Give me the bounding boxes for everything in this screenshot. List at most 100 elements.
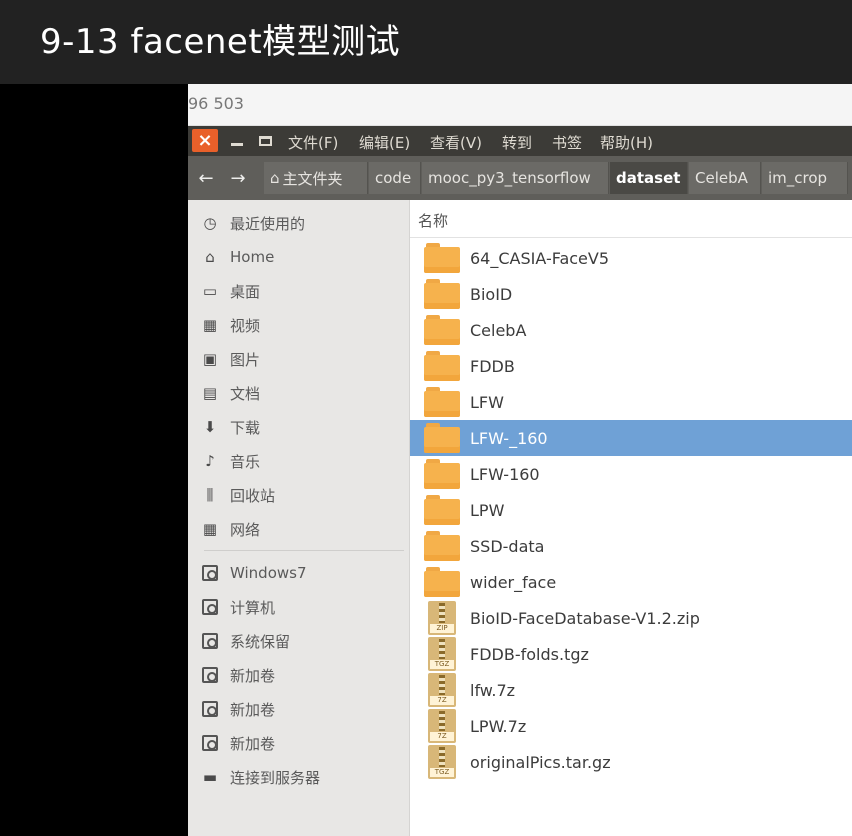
sidebar-item-system-reserved[interactable]: 系统保留 bbox=[200, 627, 290, 655]
sidebar-item-label: 下载 bbox=[230, 418, 261, 437]
sidebar-item-videos[interactable]: ▦ 视频 bbox=[200, 311, 260, 339]
drive-icon bbox=[200, 631, 220, 651]
crumb-home[interactable]: ⌂ 主文件夹 bbox=[264, 162, 368, 194]
file-row[interactable]: SSD-data bbox=[410, 528, 852, 564]
drive-icon bbox=[200, 563, 220, 583]
sidebar-item-home[interactable]: ⌂ Home bbox=[200, 243, 274, 271]
sidebar-item-new-volume-1[interactable]: 新加卷 bbox=[200, 661, 275, 689]
maximize-icon bbox=[258, 135, 272, 146]
sidebar-item-documents[interactable]: ▤ 文档 bbox=[200, 379, 260, 407]
folder-icon bbox=[424, 243, 460, 273]
file-name: FDDB-folds.tgz bbox=[470, 644, 589, 664]
maximize-button[interactable] bbox=[252, 129, 278, 152]
back-button[interactable]: ← bbox=[192, 164, 220, 192]
folder-icon bbox=[424, 495, 460, 525]
file-name: 64_CASIA-FaceV5 bbox=[470, 248, 610, 268]
menu-view[interactable]: 查看(V) bbox=[430, 132, 482, 153]
column-header-label: 名称 bbox=[418, 212, 449, 230]
file-list: 名称 64_CASIA-FaceV5 BioID CelebA FDDB LFW… bbox=[410, 200, 852, 836]
crumb-code[interactable]: code bbox=[369, 162, 421, 194]
file-name: BioID-FaceDatabase-V1.2.zip bbox=[470, 608, 700, 628]
file-name: LFW bbox=[470, 392, 504, 412]
sidebar-item-trash[interactable]: ⫼ 回收站 bbox=[200, 481, 275, 509]
menu-bookmarks[interactable]: 书签 bbox=[552, 132, 582, 153]
file-row[interactable]: ZIP BioID-FaceDatabase-V1.2.zip bbox=[410, 600, 852, 636]
file-row[interactable]: 7Z lfw.7z bbox=[410, 672, 852, 708]
archive-icon: TGZ bbox=[428, 745, 456, 779]
video-title-bar: 9-13 facenet模型测试 bbox=[0, 0, 852, 84]
sidebar-divider bbox=[204, 550, 404, 551]
sidebar-item-network[interactable]: ▦ 网络 bbox=[200, 515, 260, 543]
network-icon: ▦ bbox=[202, 520, 218, 538]
column-header-name[interactable]: 名称 bbox=[410, 200, 852, 238]
arrow-left-icon: ← bbox=[198, 167, 214, 189]
file-row[interactable]: TGZ FDDB-folds.tgz bbox=[410, 636, 852, 672]
download-icon: ⬇ bbox=[203, 418, 217, 436]
file-row-selected[interactable]: LFW-_160 bbox=[410, 420, 852, 456]
file-row[interactable]: LFW bbox=[410, 384, 852, 420]
file-row[interactable]: 7Z LPW.7z bbox=[410, 708, 852, 744]
crumb-celeba[interactable]: CelebA bbox=[689, 162, 761, 194]
file-row[interactable]: 64_CASIA-FaceV5 bbox=[410, 240, 852, 276]
sidebar-item-music[interactable]: ♪ 音乐 bbox=[200, 447, 260, 475]
sidebar-item-computer[interactable]: 计算机 bbox=[200, 593, 275, 621]
sidebar-item-connect-server[interactable]: ▬ 连接到服务器 bbox=[200, 763, 320, 791]
menu-go[interactable]: 转到 bbox=[502, 132, 532, 153]
sidebar-item-label: 连接到服务器 bbox=[230, 768, 321, 787]
archive-icon: 7Z bbox=[428, 709, 456, 743]
folder-icon bbox=[424, 351, 460, 381]
music-icon: ♪ bbox=[205, 452, 215, 470]
file-name: SSD-data bbox=[470, 536, 545, 556]
forward-button[interactable]: → bbox=[224, 164, 252, 192]
pictures-icon: ▣ bbox=[202, 350, 218, 368]
close-button[interactable]: × bbox=[192, 129, 218, 152]
minimize-button[interactable] bbox=[224, 129, 250, 152]
sidebar-item-label: Home bbox=[230, 248, 275, 266]
close-icon: × bbox=[197, 130, 213, 151]
desktop-icon: ▭ bbox=[202, 282, 218, 300]
menu-file[interactable]: 文件(F) bbox=[288, 132, 338, 153]
file-row[interactable]: LFW-160 bbox=[410, 456, 852, 492]
sidebar-item-downloads[interactable]: ⬇ 下载 bbox=[200, 413, 260, 441]
trash-icon: ⫼ bbox=[206, 486, 214, 504]
sidebar-item-pictures[interactable]: ▣ 图片 bbox=[200, 345, 260, 373]
sidebar-item-new-volume-3[interactable]: 新加卷 bbox=[200, 729, 275, 757]
film-icon: ▦ bbox=[202, 316, 218, 334]
sidebar-item-windows7[interactable]: Windows7 bbox=[200, 559, 307, 587]
file-name: LFW-160 bbox=[470, 464, 540, 484]
sidebar-item-desktop[interactable]: ▭ 桌面 bbox=[200, 277, 260, 305]
crumb-mooc[interactable]: mooc_py3_tensorflow bbox=[422, 162, 609, 194]
file-row[interactable]: BioID bbox=[410, 276, 852, 312]
file-row[interactable]: FDDB bbox=[410, 348, 852, 384]
sidebar-item-label: 图片 bbox=[230, 350, 261, 369]
file-row[interactable]: wider_face bbox=[410, 564, 852, 600]
folder-icon bbox=[424, 531, 460, 561]
home-icon: ⌂ bbox=[270, 169, 280, 187]
file-row[interactable]: CelebA bbox=[410, 312, 852, 348]
menu-help[interactable]: 帮助(H) bbox=[600, 132, 653, 153]
clock-icon: ◷ bbox=[203, 214, 217, 232]
crumb-dataset[interactable]: dataset bbox=[610, 162, 688, 194]
file-name: wider_face bbox=[470, 572, 557, 592]
archive-icon: ZIP bbox=[428, 601, 456, 635]
sidebar-item-new-volume-2[interactable]: 新加卷 bbox=[200, 695, 275, 723]
folder-icon bbox=[424, 279, 460, 309]
drive-icon bbox=[200, 733, 220, 753]
sidebar-item-recent[interactable]: ◷ 最近使用的 bbox=[200, 209, 305, 237]
file-name: BioID bbox=[470, 284, 513, 304]
sidebar-item-label: 计算机 bbox=[230, 598, 276, 617]
folder-icon bbox=[424, 315, 460, 345]
sidebar-item-label: 网络 bbox=[230, 520, 261, 539]
crumb-im-crop[interactable]: im_crop bbox=[762, 162, 848, 194]
sidebar-item-label: 新加卷 bbox=[230, 700, 276, 719]
home-icon: ⌂ bbox=[205, 248, 215, 266]
minimize-icon bbox=[231, 143, 243, 146]
file-row[interactable]: LPW bbox=[410, 492, 852, 528]
menu-edit[interactable]: 编辑(E) bbox=[359, 132, 410, 153]
sidebar-item-label: 最近使用的 bbox=[230, 214, 306, 233]
file-name: FDDB bbox=[470, 356, 515, 376]
sidebar-item-label: 视频 bbox=[230, 316, 261, 335]
folder-icon bbox=[424, 459, 460, 489]
file-row[interactable]: TGZ originalPics.tar.gz bbox=[410, 744, 852, 780]
drive-icon bbox=[200, 665, 220, 685]
